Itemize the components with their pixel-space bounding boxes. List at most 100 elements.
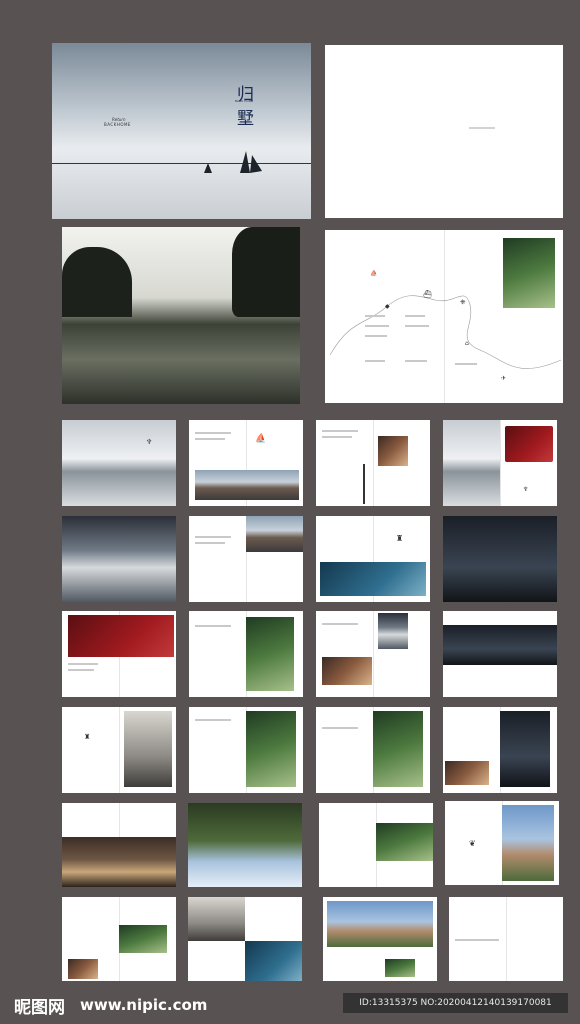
- text-block: [322, 623, 358, 625]
- page-r4-1[interactable]: [62, 516, 176, 602]
- text-block: [195, 432, 231, 434]
- boats-photo: [195, 470, 299, 500]
- text-block: [455, 939, 499, 941]
- dining-photo: [322, 657, 372, 685]
- emblem-icon: ♆: [146, 438, 153, 446]
- trees-left: [62, 247, 132, 317]
- journey-text-1: [365, 315, 385, 317]
- spread-journey-map[interactable]: ⛴ ⎈ ◆ ⌂ ✈ ⛵: [325, 230, 563, 403]
- garden-photo: [246, 711, 296, 787]
- journey-text-6: [405, 360, 427, 362]
- image-id-badge: ID:13315375 NO:20200412140139170081: [343, 993, 568, 1013]
- spread-fold: [373, 420, 374, 506]
- journey-text-5: [405, 325, 429, 327]
- site-url[interactable]: www.nipic.com: [80, 996, 207, 1014]
- journey-text-7: [365, 360, 385, 362]
- text-block: [195, 542, 225, 544]
- family-park-photo: [246, 617, 294, 691]
- page-r6-2[interactable]: [189, 707, 303, 793]
- sea-strip-photo: [443, 420, 500, 506]
- tree-photo: [188, 803, 302, 887]
- plane-icon: ✈: [501, 375, 507, 382]
- page-r8-1[interactable]: [62, 897, 176, 981]
- wine-photo: [378, 436, 408, 466]
- page-r4-4[interactable]: [443, 516, 557, 602]
- text-block: [322, 727, 358, 729]
- page-r6-1[interactable]: ♜: [62, 707, 176, 793]
- journey-text-2: [365, 325, 389, 327]
- page-r7-3[interactable]: [319, 803, 433, 887]
- page-r4-2[interactable]: [189, 516, 303, 602]
- page-r7-2[interactable]: [188, 803, 302, 887]
- tree-emblem-icon: ❦: [469, 839, 476, 848]
- text-block: [195, 438, 225, 440]
- page-r8-2[interactable]: [188, 897, 302, 981]
- page-r7-4[interactable]: ❦: [445, 801, 559, 885]
- site-logo: 昵图网: [14, 998, 65, 1018]
- text-block: [195, 625, 231, 627]
- cover-title-char-2: 墅: [237, 109, 254, 129]
- sail-icon: ⛵: [370, 270, 378, 277]
- page-r3-3[interactable]: [316, 420, 430, 506]
- text-block: [322, 430, 358, 432]
- boat-icon: ⛵: [255, 434, 267, 444]
- page-r7-1[interactable]: [62, 803, 176, 887]
- page-r8-4[interactable]: [449, 897, 563, 981]
- back-cover-text: [469, 127, 495, 129]
- villa-lawn-photo: [327, 901, 433, 947]
- sailboat-silhouette-icon: [204, 151, 262, 173]
- journey-text-8: [455, 363, 477, 365]
- wine-glasses-photo: [500, 711, 550, 787]
- couple-garden-photo: [373, 711, 423, 787]
- couple-lawn-photo: [119, 925, 167, 953]
- cover-sea-photo: [52, 43, 311, 219]
- spread-fold: [506, 897, 507, 981]
- car-icon: ◆: [385, 303, 390, 310]
- garden-detail-photo: [385, 959, 415, 977]
- page-r5-1[interactable]: [62, 611, 176, 697]
- family-portrait-photo: [124, 711, 172, 787]
- spread-fold: [500, 420, 501, 506]
- spread-fold: [373, 611, 374, 697]
- woman-lights-photo: [443, 625, 557, 665]
- sunset-boat-photo: [246, 516, 303, 552]
- page-r3-4[interactable]: ♆: [443, 420, 557, 506]
- street-lamp: [363, 464, 365, 504]
- text-block: [195, 719, 231, 721]
- spread-fold: [119, 707, 120, 793]
- back-cover-page[interactable]: [325, 45, 563, 218]
- page-r6-4[interactable]: [443, 707, 557, 793]
- page-r5-2[interactable]: [189, 611, 303, 697]
- villa-photo: [502, 805, 554, 881]
- cover-brand-line-2: BACKHOME: [104, 122, 131, 127]
- couple-seaside-photo: [62, 516, 176, 602]
- journey-text-4: [405, 315, 425, 317]
- page-r4-3[interactable]: ♜: [316, 516, 430, 602]
- text-block: [322, 436, 352, 438]
- wet-pavement-photo: [443, 516, 557, 602]
- lantern-icon: ♜: [84, 733, 91, 741]
- cover-subtitle: BACK HOME: [235, 99, 254, 103]
- page-r8-3[interactable]: [323, 897, 437, 981]
- spread-lawn[interactable]: [62, 227, 300, 404]
- red-sail-photo: [68, 615, 174, 657]
- text-block: [68, 669, 94, 671]
- food-photo: [505, 426, 553, 462]
- page-r3-2[interactable]: ⛵: [189, 420, 303, 506]
- arch-gate-photo: [188, 897, 245, 941]
- trees-right: [232, 227, 300, 317]
- couple-photo: [378, 613, 408, 649]
- lantern-icon: ♜: [396, 534, 404, 543]
- fireplace-photo: [68, 959, 98, 979]
- page-r5-4[interactable]: [443, 611, 557, 697]
- evening-photo: [445, 761, 489, 785]
- page-r5-3[interactable]: [316, 611, 430, 697]
- picnic-photo: [376, 823, 433, 861]
- rocky-shore-photo: [62, 420, 176, 506]
- page-r3-1[interactable]: ♆: [62, 420, 176, 506]
- emblem-icon: ♆: [523, 486, 529, 493]
- page-r6-3[interactable]: [316, 707, 430, 793]
- house-icon: ⌂: [465, 340, 469, 347]
- text-block: [195, 536, 231, 538]
- cover-page[interactable]: 归 墅 BACK HOME Return BACKHOME: [52, 43, 311, 219]
